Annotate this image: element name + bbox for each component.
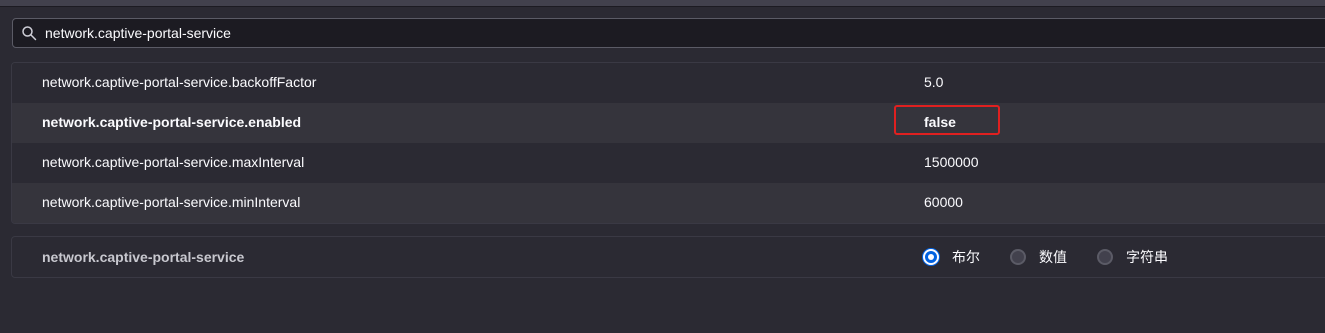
radio-label[interactable]: 字符串: [1126, 247, 1168, 267]
add-pref-row: network.captive-portal-service 布尔 数值 字符串: [11, 236, 1325, 278]
pref-value[interactable]: false: [924, 114, 956, 130]
radio-label[interactable]: 数值: [1039, 247, 1067, 267]
pref-row[interactable]: network.captive-portal-service.enabled f…: [12, 103, 1325, 143]
search-icon: [22, 26, 37, 41]
radio-number[interactable]: 数值: [1010, 247, 1067, 267]
radio-label[interactable]: 布尔: [952, 247, 980, 267]
pref-value[interactable]: 5.0: [924, 74, 943, 90]
prefs-table: network.captive-portal-service.backoffFa…: [11, 62, 1325, 224]
search-input[interactable]: [45, 22, 1315, 44]
radio-string[interactable]: 字符串: [1097, 247, 1168, 267]
pref-value[interactable]: 1500000: [924, 154, 979, 170]
search-bar[interactable]: [12, 18, 1325, 48]
pref-row[interactable]: network.captive-portal-service.minInterv…: [12, 183, 1325, 223]
pref-name: network.captive-portal-service.backoffFa…: [42, 74, 317, 90]
radio-dot[interactable]: [1010, 249, 1026, 265]
pref-type-radio-group: 布尔 数值 字符串: [923, 247, 1198, 267]
pref-value[interactable]: 60000: [924, 194, 963, 210]
radio-boolean[interactable]: 布尔: [923, 247, 980, 267]
pref-name: network.captive-portal-service.minInterv…: [42, 194, 301, 210]
pref-name: network.captive-portal-service.enabled: [42, 114, 302, 130]
toolbar-strip: [0, 0, 1325, 7]
radio-dot[interactable]: [923, 249, 939, 265]
add-pref-name: network.captive-portal-service: [42, 249, 245, 265]
radio-dot[interactable]: [1097, 249, 1113, 265]
pref-row[interactable]: network.captive-portal-service.backoffFa…: [12, 63, 1325, 103]
pref-name: network.captive-portal-service.maxInterv…: [42, 154, 305, 170]
pref-row[interactable]: network.captive-portal-service.maxInterv…: [12, 143, 1325, 183]
